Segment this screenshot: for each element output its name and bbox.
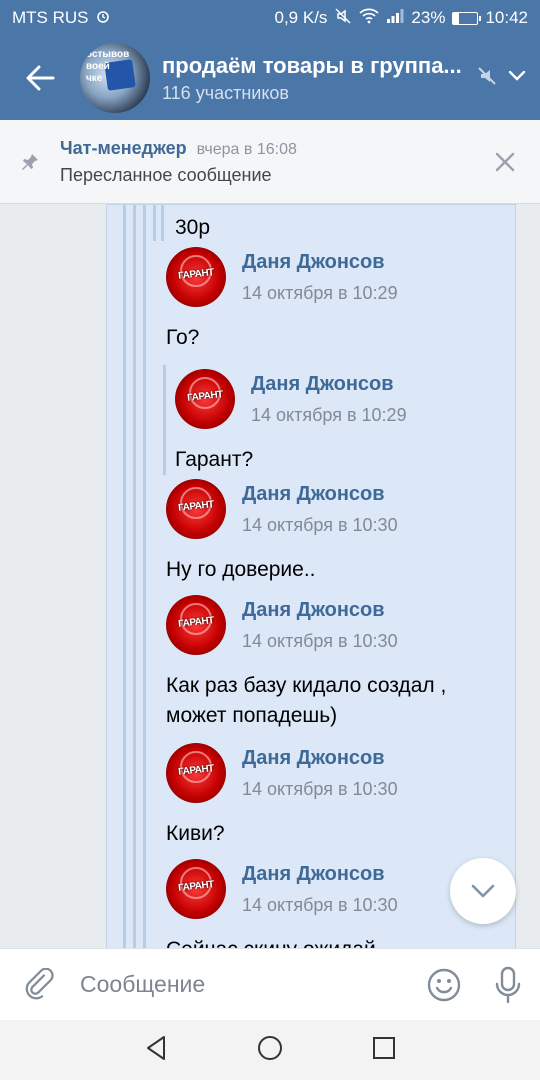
message-text: Киви? <box>166 822 225 845</box>
close-icon <box>495 152 515 171</box>
nav-home-button[interactable] <box>257 1035 283 1066</box>
message-time: 14 октября в 10:29 <box>242 283 398 303</box>
message-composer: Сообщение <box>0 948 540 1020</box>
carrier-label: MTS RUS <box>12 8 89 27</box>
quote-line <box>133 205 136 948</box>
group-avatar[interactable]: остывов воей чке <box>80 43 150 113</box>
message-author[interactable]: Даня Джонсов <box>242 863 385 886</box>
scroll-to-bottom-button[interactable] <box>450 858 516 924</box>
pin-icon <box>0 152 60 172</box>
quote-line <box>163 365 166 475</box>
chevron-down-icon <box>471 884 495 898</box>
pinned-author: Чат-менеджер <box>60 137 187 158</box>
message-time: 14 октября в 10:29 <box>251 405 407 425</box>
mute-status-icon <box>334 7 352 30</box>
message-text-line2: может попадешь) <box>166 704 338 727</box>
member-count: 116 участников <box>162 82 289 103</box>
message-time: 14 октября в 10:30 <box>242 895 398 915</box>
message-author[interactable]: Даня Джонсов <box>251 373 394 396</box>
quote-line <box>143 205 146 948</box>
microphone-icon <box>495 966 521 1003</box>
network-speed: 0,9 K/s <box>274 8 328 27</box>
paperclip-icon <box>25 967 54 999</box>
chevron-down-icon[interactable] <box>508 69 526 87</box>
quote-line <box>161 205 164 241</box>
signal-icon <box>386 8 404 29</box>
chat-title-block[interactable]: продаём товары в группа... 116 участнико… <box>162 53 476 104</box>
avatar[interactable]: ГАРАНТ <box>166 595 226 655</box>
message-text: Гарант? <box>175 448 254 471</box>
smiley-icon <box>427 968 461 1001</box>
quote-line <box>123 205 126 948</box>
forwarded-message: ГАРАНТ Даня Джонсов 14 октября в 10:30 Н… <box>166 479 496 589</box>
group-avatar-text: остывов воей чке <box>86 49 130 84</box>
status-bar: MTS RUS 0,9 K/s 23% 10:42 <box>0 0 540 36</box>
triangle-back-icon <box>147 1035 166 1060</box>
message-author[interactable]: Даня Джонсов <box>242 251 385 274</box>
message-text-line1: Как раз базу кидало создал , <box>166 674 447 697</box>
forwarded-message: ГАРАНТ Даня Джонсов 14 октября в 10:30 К… <box>166 743 496 853</box>
forwarded-message: ГАРАНТ Даня Джонсов 14 октября в 10:29 Г… <box>166 247 496 371</box>
circle-home-icon <box>257 1035 282 1060</box>
message-text: 30р <box>175 216 211 239</box>
message-time: 14 октября в 10:30 <box>242 631 398 651</box>
quote-line <box>153 205 156 241</box>
message-author[interactable]: Даня Джонсов <box>242 483 385 506</box>
emoji-button[interactable] <box>412 967 476 1003</box>
message-input[interactable]: Сообщение <box>80 971 412 998</box>
message-text: Сейчас скину ожидай <box>166 935 376 948</box>
close-pinned-button[interactable] <box>470 151 540 173</box>
alarm-icon <box>95 8 111 29</box>
message-list[interactable]: 30р ГАРАНТ Даня Джонсов 14 октября в 10:… <box>0 204 540 948</box>
system-navigation-bar <box>0 1020 540 1080</box>
message-text: Го? <box>166 326 200 349</box>
avatar[interactable]: ГАРАНТ <box>166 247 226 307</box>
voice-message-button[interactable] <box>476 966 540 1004</box>
forwarded-message: ГАРАНТ Даня Джонсов 14 октября в 10:30 К… <box>166 595 506 735</box>
message-time: 14 октября в 10:30 <box>242 779 398 799</box>
avatar[interactable]: ГАРАНТ <box>175 369 235 429</box>
nav-recents-button[interactable] <box>372 1036 396 1065</box>
arrow-left-icon <box>26 65 55 91</box>
chat-header: остывов воей чке продаём товары в группа… <box>0 36 540 120</box>
back-button[interactable] <box>0 36 80 120</box>
message-author[interactable]: Даня Джонсов <box>242 747 385 770</box>
avatar[interactable]: ГАРАНТ <box>166 859 226 919</box>
attach-button[interactable] <box>0 967 80 1002</box>
avatar[interactable]: ГАРАНТ <box>166 743 226 803</box>
battery-percent: 23% <box>411 8 446 27</box>
forwarded-message: ГАРАНТ Даня Джонсов 14 октября в 10:29 Г… <box>175 369 505 479</box>
pinned-text: Пересланное сообщение <box>60 164 272 185</box>
forwarded-message-bubble[interactable]: 30р ГАРАНТ Даня Джонсов 14 октября в 10:… <box>106 204 516 948</box>
pinned-message-bar[interactable]: Чат-менеджер вчера в 16:08 Пересланное с… <box>0 120 540 204</box>
forwarded-message: ГАРАНТ Даня Джонсов 14 октября в 10:30 С… <box>166 859 496 948</box>
clock: 10:42 <box>485 8 528 27</box>
battery-icon <box>452 11 482 25</box>
message-time: 14 октября в 10:30 <box>242 515 398 535</box>
pinned-time: вчера в 16:08 <box>196 140 297 158</box>
square-recents-icon <box>372 1036 395 1059</box>
wifi-icon <box>359 8 380 29</box>
message-text: Ну го доверие.. <box>166 558 316 581</box>
message-author[interactable]: Даня Джонсов <box>242 599 385 622</box>
avatar[interactable]: ГАРАНТ <box>166 479 226 539</box>
nav-back-button[interactable] <box>144 1035 168 1066</box>
muted-icon[interactable] <box>476 65 498 92</box>
chat-title: продаём товары в группа... <box>162 52 462 78</box>
